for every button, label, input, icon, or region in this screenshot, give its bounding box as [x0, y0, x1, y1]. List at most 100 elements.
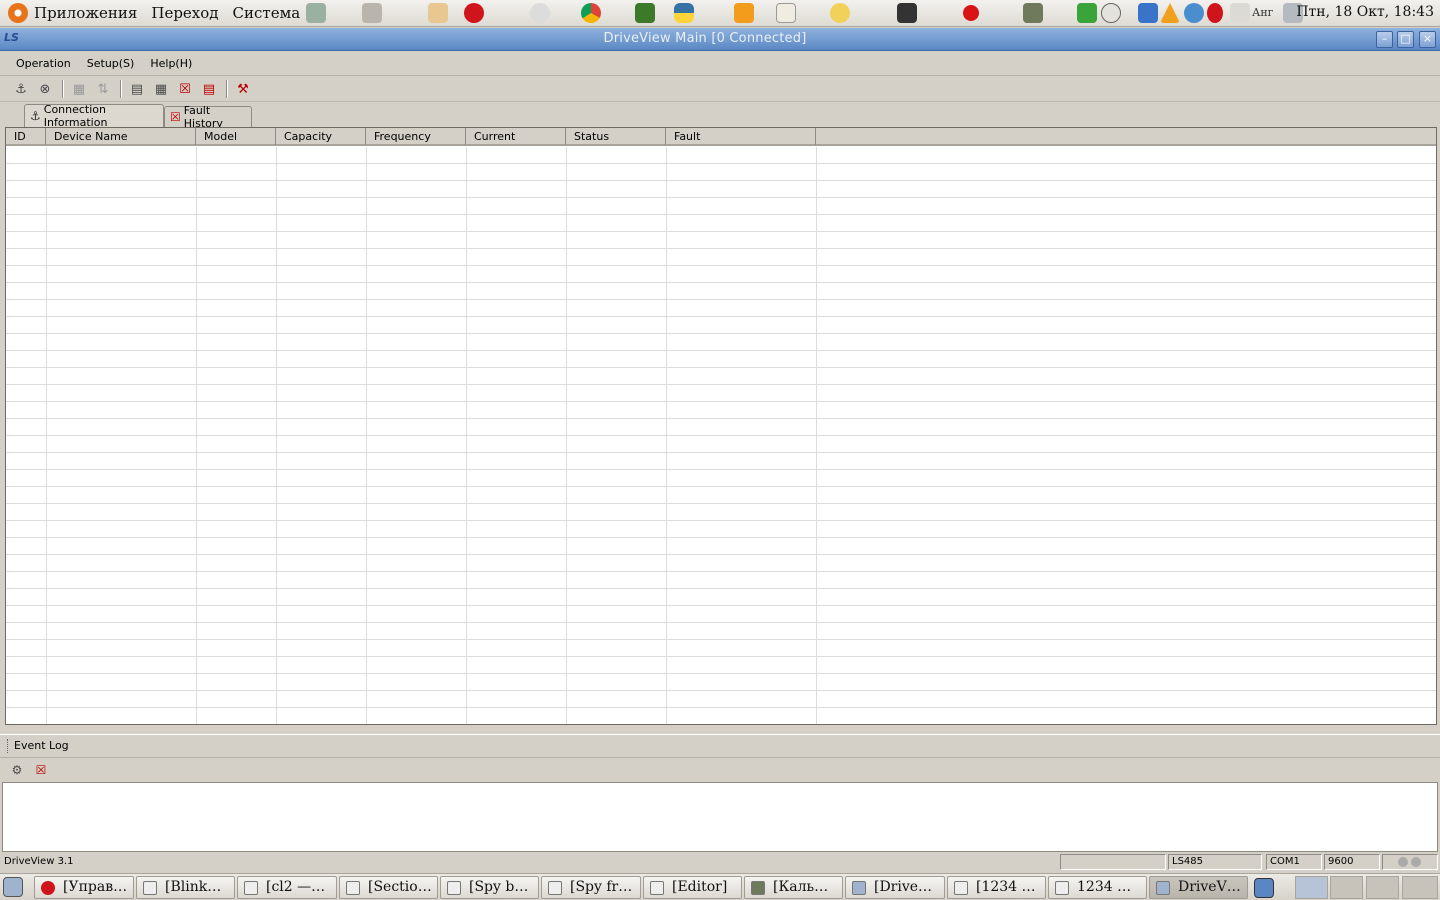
grid-column-line	[466, 147, 467, 724]
task-section[interactable]: [Sectio…	[339, 876, 438, 899]
trend-view-icon[interactable]: ▤	[198, 79, 220, 99]
task-driveview-1[interactable]: [Drive…	[845, 876, 945, 899]
task-label: [cl2 —…	[266, 879, 326, 895]
keyboard-layout-indicator[interactable]: Анг	[1252, 6, 1273, 19]
column-header-fault[interactable]: Fault	[666, 128, 816, 145]
column-header-id[interactable]: ID	[6, 128, 46, 145]
task-spy-fr[interactable]: [Spy fr…	[541, 876, 641, 899]
tab-fault-history[interactable]: ☒ Fault History	[164, 104, 252, 130]
connection-grid[interactable]: ID Device Name Model Capacity Frequency …	[5, 127, 1437, 725]
task-1234-b[interactable]: 1234 …	[1048, 876, 1147, 899]
tab-connection-information[interactable]: ⚓ Connection Information	[24, 103, 164, 129]
show-desktop-icon[interactable]	[3, 877, 23, 897]
list-view-icon[interactable]: ▦	[150, 79, 172, 99]
log-settings-icon[interactable]: ⚙	[6, 760, 28, 780]
task-editor[interactable]: [Editor]	[643, 876, 742, 899]
toolbar-separator	[226, 80, 228, 98]
calculator-launcher-icon[interactable]	[1023, 3, 1043, 23]
task-cl2[interactable]: [cl2 —…	[237, 876, 337, 899]
menu-operation[interactable]: Operation	[8, 57, 79, 70]
applications-menu[interactable]: Приложения	[34, 4, 137, 22]
task-label: [1234 …	[976, 879, 1036, 895]
grid-column-line	[816, 147, 817, 724]
power-icon[interactable]	[1101, 3, 1121, 23]
grid-column-line	[666, 147, 667, 724]
refresh-icon[interactable]: ⇅	[92, 79, 114, 99]
column-header-current[interactable]: Current	[466, 128, 566, 145]
clock[interactable]: Птн, 18 Окт, 18:43	[1296, 4, 1434, 20]
record-launcher-icon[interactable]	[963, 5, 979, 21]
minimize-button[interactable]: –	[1376, 31, 1393, 48]
status-protocol: LS485	[1168, 854, 1262, 870]
opera-launcher-icon[interactable]	[464, 3, 484, 23]
warning-icon[interactable]	[1160, 3, 1180, 23]
task-label: [Spy fr…	[570, 879, 633, 895]
column-header-frequency[interactable]: Frequency	[366, 128, 466, 145]
network-manager-launcher-icon[interactable]	[306, 3, 326, 23]
column-header-capacity[interactable]: Capacity	[276, 128, 366, 145]
task-calculator[interactable]: [Каль…	[744, 876, 843, 899]
toolbar-separator	[62, 80, 64, 98]
pidgin-launcher-icon[interactable]	[830, 3, 850, 23]
chrome-launcher-icon[interactable]	[581, 3, 601, 23]
driveview-icon	[852, 881, 866, 895]
window-titlebar[interactable]: LS DriveView Main [0 Connected] – □ ×	[0, 28, 1440, 51]
task-spy-b[interactable]: [Spy b…	[440, 876, 539, 899]
disconnect-icon[interactable]: ⊗	[34, 79, 56, 99]
panel-grip[interactable]	[7, 739, 9, 753]
dropbox-icon[interactable]	[1184, 3, 1204, 23]
burn-launcher-icon[interactable]	[734, 3, 754, 23]
system-menu[interactable]: Система	[233, 4, 301, 22]
network-tray-icon[interactable]	[1230, 3, 1250, 23]
maximize-button[interactable]: □	[1397, 31, 1414, 48]
column-header-status[interactable]: Status	[566, 128, 666, 145]
tools-icon[interactable]: ⚒	[232, 79, 254, 99]
column-header-device-name[interactable]: Device Name	[46, 128, 196, 145]
window-icon	[346, 881, 360, 895]
task-label: [Sectio…	[368, 879, 432, 895]
toolbar-separator	[120, 80, 122, 98]
close-button[interactable]: ×	[1419, 31, 1436, 48]
usb-launcher-icon[interactable]	[362, 3, 382, 23]
log-clear-icon[interactable]: ☒	[30, 760, 52, 780]
terminal-launcher-icon[interactable]	[897, 3, 917, 23]
monitor-view-icon[interactable]: ▤	[126, 79, 148, 99]
opera-icon	[41, 881, 55, 895]
window-icon	[548, 881, 562, 895]
task-blink[interactable]: [Blink…	[136, 876, 235, 899]
menu-help[interactable]: Help(H)	[142, 57, 200, 70]
grid-body[interactable]	[6, 147, 1436, 724]
parameters-icon[interactable]: ▦	[68, 79, 90, 99]
runner-icon[interactable]	[1077, 3, 1097, 23]
task-driveview-active[interactable]: DriveV…	[1149, 876, 1248, 899]
column-header-model[interactable]: Model	[196, 128, 276, 145]
text-editor-launcher-icon[interactable]	[776, 3, 796, 23]
status-progress	[1060, 854, 1166, 870]
event-log-header[interactable]: Event Log	[0, 734, 1440, 756]
grid-column-line	[566, 147, 567, 724]
sync-icon[interactable]	[1138, 3, 1158, 23]
monitor-launcher-icon[interactable]	[428, 3, 448, 23]
task-label: [Spy b…	[469, 879, 529, 895]
eyes-launcher-icon[interactable]	[530, 3, 550, 23]
fault-view-icon[interactable]: ☒	[174, 79, 196, 99]
file-manager-icon[interactable]	[1254, 878, 1274, 898]
places-menu[interactable]: Переход	[151, 4, 218, 22]
event-log-area[interactable]	[2, 782, 1438, 852]
workspace-2[interactable]	[1330, 876, 1363, 899]
python-launcher-icon[interactable]	[674, 3, 694, 23]
task-1234-a[interactable]: [1234 …	[947, 876, 1046, 899]
ubuntu-logo-icon[interactable]	[8, 3, 28, 23]
taskbar: [Управ… [Blink… [cl2 —… [Sectio… [Spy b……	[0, 873, 1440, 900]
system-monitor-launcher-icon[interactable]	[635, 3, 655, 23]
task-opera[interactable]: [Управ…	[34, 876, 134, 899]
workspace-1[interactable]	[1295, 876, 1328, 899]
workspace-3[interactable]	[1366, 876, 1399, 899]
task-label: [Каль…	[773, 879, 829, 895]
opera-tray-icon[interactable]	[1207, 3, 1223, 23]
menu-setup[interactable]: Setup(S)	[79, 57, 143, 70]
grid-column-line	[46, 147, 47, 724]
workspace-4[interactable]	[1402, 876, 1438, 899]
status-baud: 9600	[1324, 854, 1380, 870]
connect-icon[interactable]: ⚓	[10, 79, 32, 99]
